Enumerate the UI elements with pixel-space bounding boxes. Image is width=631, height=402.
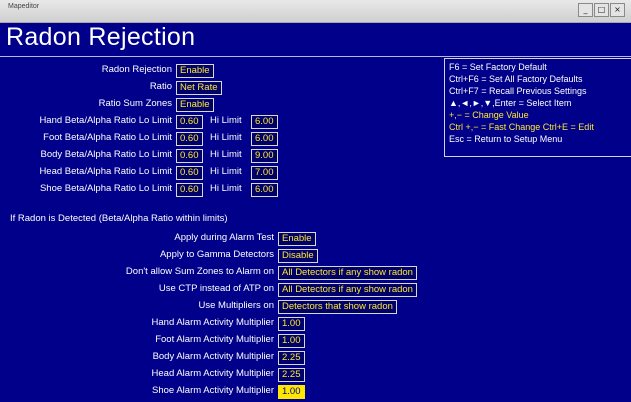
help-line: ▲,◄,►,▼,Enter = Select Item [449,98,572,108]
help-line: F6 = Set Factory Default [449,62,547,72]
setting-row-ctp: Use CTP instead of ATP on All Detectors … [0,282,440,297]
setting-row-gamma: Apply to Gamma Detectors Disable [0,248,440,263]
window-caption: Mapeditor [8,3,40,10]
head-lo-limit-value[interactable]: 0.60 [176,166,203,180]
limit-row-foot: Foot Beta/Alpha Ratio Lo Limit 0.60 Hi L… [0,131,440,146]
sum-zones-alarm-value[interactable]: All Detectors if any show radon [278,266,417,280]
setting-row-foot-multiplier: Foot Alarm Activity Multiplier 1.00 [0,333,440,348]
help-box: F6 = Set Factory Default Ctrl+F6 = Set A… [444,58,631,157]
setting-row-head-multiplier: Head Alarm Activity Multiplier 2.25 [0,367,440,382]
setting-label: Shoe Alarm Activity Multiplier [152,385,274,396]
setting-row-ratio: Ratio Net Rate [0,80,440,95]
setting-row-radon-rejection: Radon Rejection Enable [0,63,440,78]
limit-row-head: Head Beta/Alpha Ratio Lo Limit 0.60 Hi L… [0,165,440,180]
shoe-hi-limit-value[interactable]: 6.00 [251,183,278,197]
setting-row-hand-multiplier: Hand Alarm Activity Multiplier 1.00 [0,316,440,331]
hi-limit-label: Hi Limit [210,149,242,160]
setting-label: Apply to Gamma Detectors [159,249,274,260]
help-line: Ctrl+F6 = Set All Factory Defaults [449,74,583,84]
body-lo-limit-value[interactable]: 0.60 [176,149,203,163]
section-heading: If Radon is Detected (Beta/Alpha Ratio w… [10,213,228,224]
minimize-button[interactable]: _ [578,3,593,17]
hi-limit-label: Hi Limit [210,166,242,177]
setting-label: Don't allow Sum Zones to Alarm on [125,266,274,277]
setting-row-alarm-test: Apply during Alarm Test Enable [0,231,440,246]
hand-hi-limit-value[interactable]: 6.00 [251,115,278,129]
body-multiplier-value[interactable]: 2.25 [278,351,305,365]
setting-row-ratio-sum-zones: Ratio Sum Zones Enable [0,97,440,112]
limit-row-hand: Hand Beta/Alpha Ratio Lo Limit 0.60 Hi L… [0,114,440,129]
page-title: Radon Rejection [6,23,196,51]
limit-label: Body Beta/Alpha Ratio Lo Limit [40,149,173,160]
setting-label: Foot Alarm Activity Multiplier [155,334,274,345]
maximize-button[interactable]: □ [594,3,609,17]
foot-hi-limit-value[interactable]: 6.00 [251,132,278,146]
body-hi-limit-value[interactable]: 9.00 [251,149,278,163]
limit-row-body: Body Beta/Alpha Ratio Lo Limit 0.60 Hi L… [0,148,440,163]
hi-limit-label: Hi Limit [210,183,242,194]
foot-multiplier-value[interactable]: 1.00 [278,334,305,348]
setting-label: Hand Alarm Activity Multiplier [151,317,274,328]
title-divider [0,56,631,57]
setting-label: Use Multipliers on [198,300,275,311]
ctp-instead-atp-value[interactable]: All Detectors if any show radon [278,283,417,297]
window-controls: _ □ × [578,3,625,17]
setting-label: Ratio Sum Zones [98,98,172,109]
ratio-sum-zones-value[interactable]: Enable [176,98,214,112]
setting-label: Apply during Alarm Test [174,232,274,243]
shoe-lo-limit-value[interactable]: 0.60 [176,183,203,197]
setting-row-shoe-multiplier: Shoe Alarm Activity Multiplier 1.00 [0,384,440,399]
settings-panel: Radon Rejection Radon Rejection Enable R… [0,23,631,402]
setting-row-body-multiplier: Body Alarm Activity Multiplier 2.25 [0,350,440,365]
setting-row-sum-zones: Don't allow Sum Zones to Alarm on All De… [0,265,440,280]
setting-label: Ratio [149,81,172,92]
shoe-multiplier-value[interactable]: 1.00 [278,385,305,399]
ratio-value[interactable]: Net Rate [176,81,222,95]
setting-label: Body Alarm Activity Multiplier [152,351,274,362]
setting-label: Use CTP instead of ATP on [158,283,274,294]
setting-label: Head Alarm Activity Multiplier [151,368,274,379]
limit-row-shoe: Shoe Beta/Alpha Ratio Lo Limit 0.60 Hi L… [0,182,440,197]
limit-label: Head Beta/Alpha Ratio Lo Limit [39,166,172,177]
help-line: +,− = Change Value [449,110,529,120]
setting-label: Radon Rejection [101,64,172,75]
setting-row-multipliers: Use Multipliers on Detectors that show r… [0,299,440,314]
close-button[interactable]: × [610,3,625,17]
hi-limit-label: Hi Limit [210,132,242,143]
radon-rejection-value[interactable]: Enable [176,64,214,78]
limit-label: Shoe Beta/Alpha Ratio Lo Limit [39,183,172,194]
apply-alarm-test-value[interactable]: Enable [278,232,316,246]
limit-label: Foot Beta/Alpha Ratio Lo Limit [43,132,172,143]
use-multipliers-value[interactable]: Detectors that show radon [278,300,397,314]
help-line: Esc = Return to Setup Menu [449,134,563,144]
foot-lo-limit-value[interactable]: 0.60 [176,132,203,146]
limit-label: Hand Beta/Alpha Ratio Lo Limit [39,115,172,126]
hand-lo-limit-value[interactable]: 0.60 [176,115,203,129]
head-hi-limit-value[interactable]: 7.00 [251,166,278,180]
help-line: Ctrl+F7 = Recall Previous Settings [449,86,587,96]
apply-gamma-value[interactable]: Disable [278,249,318,263]
hand-multiplier-value[interactable]: 1.00 [278,317,305,331]
window-titlebar: Mapeditor _ □ × [0,0,631,23]
hi-limit-label: Hi Limit [210,115,242,126]
help-line: Ctrl +,− = Fast Change Ctrl+E = Edit [449,122,594,132]
head-multiplier-value[interactable]: 2.25 [278,368,305,382]
